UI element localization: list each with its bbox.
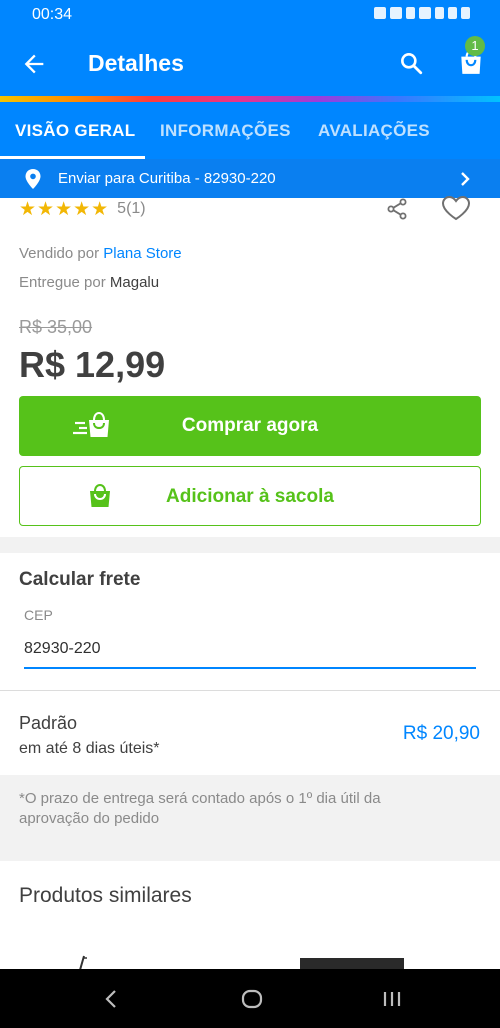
tab-avaliacoes[interactable]: AVALIAÇÕES <box>318 121 430 141</box>
buy-now-button[interactable]: Comprar agora <box>19 396 481 456</box>
app-bar: Detalhes 1 <box>0 30 500 98</box>
page-title: Detalhes <box>88 50 184 76</box>
product-rating[interactable]: ★★★★★ 5(1) <box>19 197 146 221</box>
tab-informacoes[interactable]: INFORMAÇÕES <box>160 121 291 141</box>
location-pin-icon <box>25 169 41 189</box>
old-price: R$ 35,00 <box>19 317 93 337</box>
divider-line <box>0 690 500 691</box>
delivered-by: Entregue por Magalu <box>19 274 159 291</box>
delivered-by-value: Magalu <box>109 274 160 291</box>
delivery-note-box: *O prazo de entrega será contado após o … <box>0 775 500 861</box>
shipping-option-name: Padrão <box>19 713 78 733</box>
delivery-note-text: *O prazo de entrega será contado após o … <box>19 790 381 827</box>
volte-icon <box>406 7 415 19</box>
sold-by-label: Vendido por <box>19 245 100 262</box>
rating-count: 5(1) <box>117 200 146 217</box>
chevron-right-icon <box>461 172 470 186</box>
star-icon: ★★★★★ <box>19 198 110 220</box>
shipping-option-days: em até 8 dias úteis* <box>19 740 160 757</box>
system-navigation-bar <box>0 969 500 1028</box>
seller-link[interactable]: Plana Store <box>103 245 181 262</box>
sold-by: Vendido por Plana Store <box>19 245 182 262</box>
freight-title: Calcular frete <box>19 569 141 590</box>
similar-product-image[interactable] <box>76 954 90 970</box>
heart-icon[interactable] <box>441 195 471 221</box>
shipping-option-price: R$ 20,90 <box>402 723 480 744</box>
home-nav-icon[interactable] <box>240 987 264 1011</box>
shipping-destination-bar[interactable]: Enviar para Curitiba - 82930-220 <box>0 159 500 198</box>
cep-label: CEP <box>24 607 53 623</box>
wifi-icon <box>435 7 444 19</box>
battery-icon <box>461 7 470 19</box>
status-time: 00:34 <box>32 6 73 23</box>
current-price: R$ 12,99 <box>19 344 166 385</box>
back-nav-icon[interactable] <box>100 987 124 1011</box>
search-icon[interactable] <box>398 50 424 76</box>
mute-icon <box>390 7 402 19</box>
add-to-bag-button[interactable]: Adicionar à sacola <box>19 466 481 526</box>
delivered-by-label: Entregue por <box>19 274 106 291</box>
cep-input[interactable]: 82930-220 <box>24 640 101 658</box>
alarm-icon <box>374 7 386 19</box>
status-icons <box>374 7 470 19</box>
shipping-destination-text: Enviar para Curitiba - 82930-220 <box>58 170 276 187</box>
status-bar: 00:34 <box>0 0 500 30</box>
share-icon[interactable] <box>385 197 409 221</box>
similar-products-title: Produtos similares <box>19 884 192 907</box>
recents-nav-icon[interactable] <box>380 987 404 1011</box>
cep-input-underline <box>24 667 476 669</box>
section-divider <box>0 537 500 553</box>
arrow-back-icon[interactable] <box>20 50 48 78</box>
signal-icon <box>448 7 457 19</box>
lte-icon <box>419 7 431 19</box>
tab-bar: VISÃO GERAL INFORMAÇÕES AVALIAÇÕES <box>0 102 500 159</box>
cart-count-badge: 1 <box>465 36 485 56</box>
tab-visao-geral[interactable]: VISÃO GERAL <box>15 121 135 141</box>
add-to-bag-label: Adicionar à sacola <box>166 486 334 507</box>
buy-now-label: Comprar agora <box>181 415 319 436</box>
